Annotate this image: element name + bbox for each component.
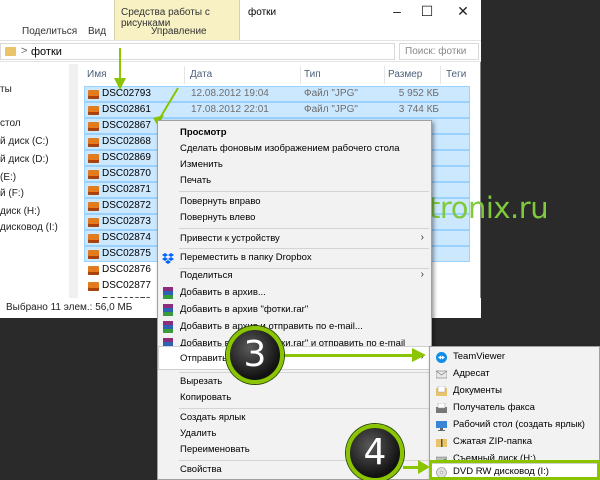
- menu-item-add-email[interactable]: Добавить в архив и отправить по e-mail..…: [159, 318, 430, 336]
- dvd-drive-icon: [436, 467, 447, 478]
- submenu-arrow-icon: ›: [420, 232, 424, 243]
- submenu-arrow-icon: ›: [420, 269, 424, 280]
- step3-arrow-head: [412, 348, 426, 362]
- zip-folder-icon: [436, 439, 447, 447]
- send-to-label: DVD RW дисковод (I:): [453, 466, 549, 477]
- arrow-diagonal-line: [159, 87, 179, 119]
- menu-item-label: Переименовать: [180, 444, 250, 455]
- menu-item-print[interactable]: Печать: [159, 172, 430, 190]
- menu-item-cast[interactable]: Привести к устройству ›: [159, 230, 430, 248]
- context-menu: Просмотр Сделать фоновым изображением ра…: [157, 120, 432, 480]
- send-to-recipient[interactable]: Адресат: [431, 366, 599, 383]
- menu-item-label: Добавить в архив "фотки.rar": [180, 304, 309, 315]
- menu-item-label: Переместить в папку Dropbox: [180, 252, 312, 263]
- send-to-documents[interactable]: Документы: [431, 383, 599, 400]
- documents-icon: [436, 386, 447, 396]
- step4-badge: 4: [346, 424, 404, 480]
- menu-item-add-archive[interactable]: Добавить в архив...: [159, 284, 430, 302]
- menu-item-share[interactable]: Поделиться ›: [159, 267, 430, 285]
- menu-item-label: Просмотр: [180, 127, 227, 138]
- send-to-label: Съемный диск (H:): [453, 453, 536, 464]
- step3-badge: 3: [226, 326, 284, 384]
- send-to-zip[interactable]: Сжатая ZIP-папка: [431, 434, 599, 451]
- send-to-label: Рабочий стол (создать ярлык): [453, 419, 585, 430]
- send-to-fax[interactable]: Получатель факса: [431, 400, 599, 417]
- send-to-label: Получатель факса: [453, 402, 535, 413]
- menu-item-label: Свойства: [180, 464, 222, 475]
- menu-item-label: Удалить: [180, 428, 217, 439]
- screenshot-root: Поделиться Вид Средства работы с рисунка…: [0, 0, 600, 480]
- winrar-icon: [163, 321, 173, 333]
- menu-item-label: Сделать фоновым изображением рабочего ст…: [180, 143, 400, 154]
- menu-item-copy[interactable]: Копировать: [159, 389, 430, 407]
- menu-item-label: Отправить: [180, 353, 228, 364]
- teamviewer-icon: [436, 352, 447, 363]
- send-to-label: Сжатая ZIP-папка: [453, 436, 532, 447]
- menu-item-label: Печать: [180, 175, 212, 186]
- menu-item-label: Вырезать: [180, 376, 223, 387]
- menu-item-label: Поделиться: [180, 270, 233, 281]
- send-to-label: Документы: [453, 385, 502, 396]
- step4-arrow-head: [418, 460, 430, 474]
- fax-icon: [436, 403, 447, 413]
- arrow-down-head: [114, 78, 126, 90]
- menu-item-dropbox[interactable]: Переместить в папку Dropbox: [159, 249, 430, 267]
- dropbox-icon: [162, 253, 174, 264]
- winrar-icon: [163, 287, 173, 299]
- winrar-icon: [163, 304, 173, 316]
- send-to-teamviewer[interactable]: TeamViewer: [431, 349, 599, 366]
- menu-item-label: Добавить в архив...: [180, 287, 266, 298]
- menu-item-label: Изменить: [180, 159, 223, 170]
- send-to-label: TeamViewer: [453, 351, 506, 362]
- menu-item-label: Привести к устройству: [180, 233, 280, 244]
- menu-item-label: Копировать: [180, 392, 232, 403]
- menu-item-label: Повернуть влево: [180, 212, 256, 223]
- menu-item-label: Повернуть вправо: [180, 196, 261, 207]
- menu-separator: [179, 228, 429, 229]
- send-to-dvd-drive[interactable]: DVD RW дисковод (I:): [430, 463, 600, 480]
- menu-separator: [179, 191, 429, 192]
- menu-item-send-to[interactable]: Отправить›: [158, 346, 431, 370]
- send-to-submenu: TeamViewer Адресат Документы Получатель …: [429, 346, 600, 480]
- menu-item-label: Создать ярлык: [180, 412, 246, 423]
- mail-recipient-icon: [436, 370, 447, 379]
- menu-item-rotate-left[interactable]: Повернуть влево: [159, 209, 430, 227]
- step3-arrow-line: [282, 354, 420, 357]
- send-to-label: Адресат: [453, 368, 490, 379]
- desktop-icon: [436, 421, 447, 431]
- send-to-desktop[interactable]: Рабочий стол (создать ярлык): [431, 417, 599, 434]
- menu-item-add-rar[interactable]: Добавить в архив "фотки.rar": [159, 301, 430, 319]
